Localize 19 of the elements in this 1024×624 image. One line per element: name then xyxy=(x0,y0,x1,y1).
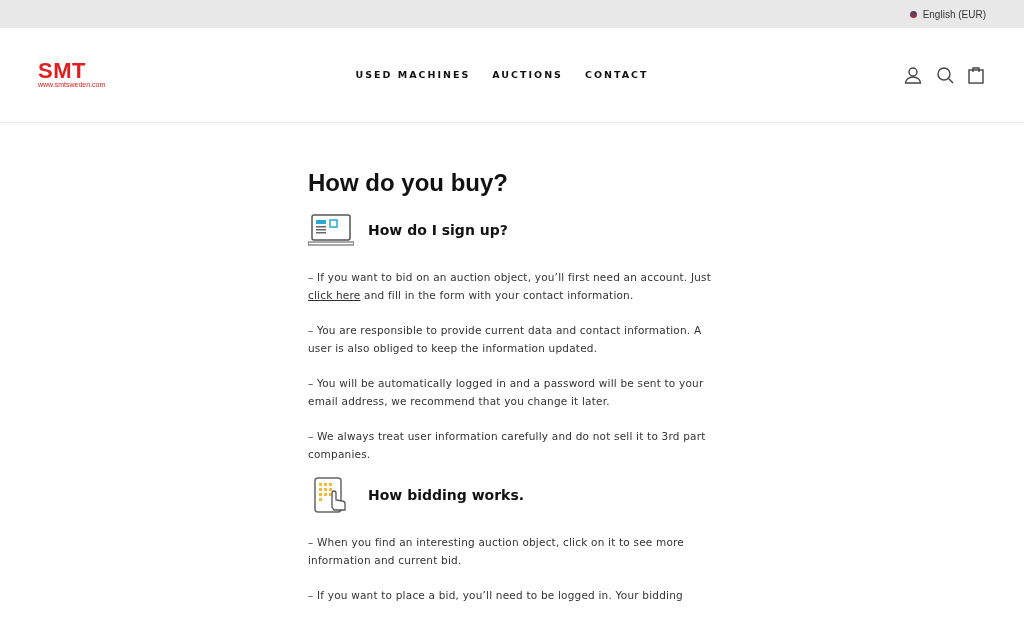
click-here-link[interactable]: click here xyxy=(308,289,361,301)
paragraph: – We always treat user information carefully and do not sell it to 3rd part companies. xyxy=(308,429,707,462)
paragraph: – If you want to bid on an auction object, you’ll first need an account. Just click here and fill in the form with your contact information. xyxy=(308,270,712,303)
paragraph: – When you find an interesting auction object, click on it to see more information and current bid. xyxy=(308,535,685,568)
nav-link[interactable]: CONTACT xyxy=(584,67,649,83)
nav-link[interactable]: AUCTIONS xyxy=(492,67,563,83)
tablet-tap-icon xyxy=(314,477,348,513)
laptop-icon xyxy=(308,214,354,246)
section-heading: How bidding works. xyxy=(368,485,525,505)
paragraph: – You will be automatically logged in and a password will be sent to your email address, we recommend that you change it later. xyxy=(308,376,705,409)
paragraph: – If you want to place a bid, you’ll need to be logged in. Your bidding xyxy=(308,588,684,603)
paragraph: – You are responsible to provide current data and contact information. A user is also obliged to keep the information updated. xyxy=(308,323,703,356)
user-icon[interactable] xyxy=(904,66,922,84)
page-title: How do you buy? xyxy=(308,168,509,198)
shopping-bag-icon[interactable] xyxy=(968,66,984,84)
search-icon[interactable] xyxy=(936,66,954,84)
section-heading: How do I sign up? xyxy=(368,220,508,240)
language-selector[interactable]: English (EUR) xyxy=(909,6,986,22)
nav-link[interactable]: USED MACHINES xyxy=(355,67,471,83)
